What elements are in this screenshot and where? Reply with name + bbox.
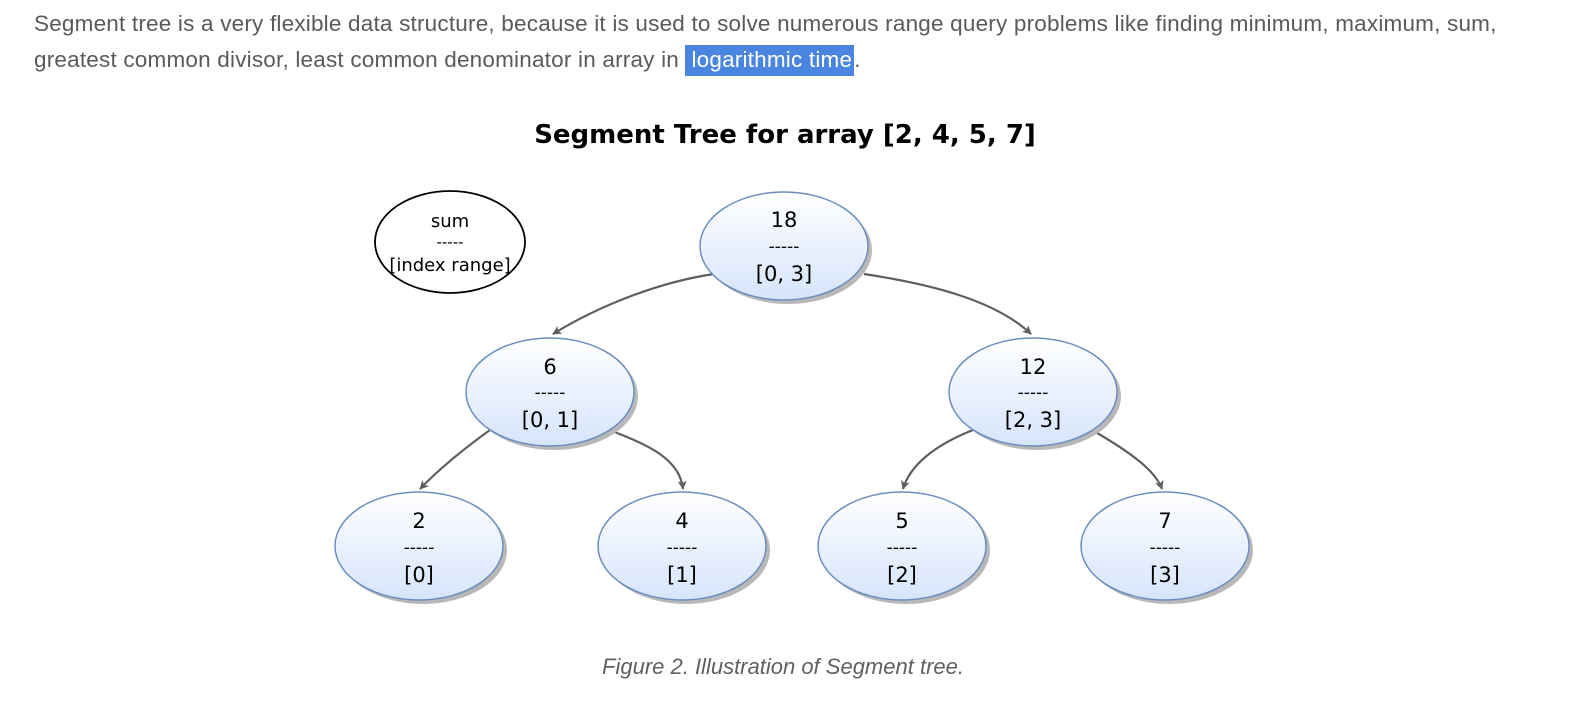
segment-tree-diagram: Segment Tree for array [2, 4, 5, 7] sum …: [334, 120, 1253, 604]
node-separator: -----: [1018, 383, 1049, 403]
figure-caption: Figure 2. Illustration of Segment tree.: [602, 654, 964, 679]
node-range: [1]: [667, 563, 697, 587]
node-separator: -----: [535, 383, 566, 403]
node-range: [2, 3]: [1005, 408, 1061, 432]
node-range: [0]: [404, 563, 434, 587]
node-value: 7: [1158, 509, 1171, 533]
tree-node-right: 12 ----- [2, 3]: [948, 337, 1121, 450]
legend-separator: -----: [436, 233, 463, 251]
node-value: 12: [1020, 355, 1047, 379]
node-range: [3]: [1150, 563, 1180, 587]
node-value: 18: [771, 208, 798, 232]
edge-right-leaf2: [900, 428, 974, 490]
tree-node-left: 6 ----- [0, 1]: [465, 337, 638, 450]
tree-node-leaf-2: 5 ----- [2]: [817, 491, 990, 604]
legend-range-label: [index range]: [389, 255, 510, 276]
edge-root-right: [863, 272, 1032, 335]
legend-node: sum ----- [index range]: [374, 190, 526, 294]
legend-sum-label: sum: [431, 211, 469, 232]
node-separator: -----: [404, 538, 435, 558]
node-range: [2]: [887, 563, 917, 587]
tree-node-root: 18 ----- [0, 3]: [699, 191, 872, 304]
tree-node-leaf-0: 2 ----- [0]: [334, 491, 507, 604]
node-separator: -----: [1150, 538, 1181, 558]
edge-left-leaf0: [419, 429, 491, 490]
edge-right-leaf3: [1091, 429, 1164, 490]
edge-left-leaf1: [608, 428, 687, 490]
node-value: 4: [675, 509, 688, 533]
node-value: 2: [412, 509, 425, 533]
node-value: 6: [543, 355, 556, 379]
node-range: [0, 1]: [522, 408, 578, 432]
segment-tree-figure: Segment Tree for array [2, 4, 5, 7] sum …: [0, 0, 1574, 712]
node-value: 5: [895, 509, 908, 533]
tree-node-leaf-3: 7 ----- [3]: [1080, 491, 1253, 604]
node-separator: -----: [769, 237, 800, 257]
edge-root-left: [552, 272, 715, 335]
node-separator: -----: [887, 538, 918, 558]
tree-node-leaf-1: 4 ----- [1]: [597, 491, 770, 604]
node-range: [0, 3]: [756, 262, 812, 286]
diagram-title: Segment Tree for array [2, 4, 5, 7]: [534, 120, 1036, 150]
node-separator: -----: [667, 538, 698, 558]
